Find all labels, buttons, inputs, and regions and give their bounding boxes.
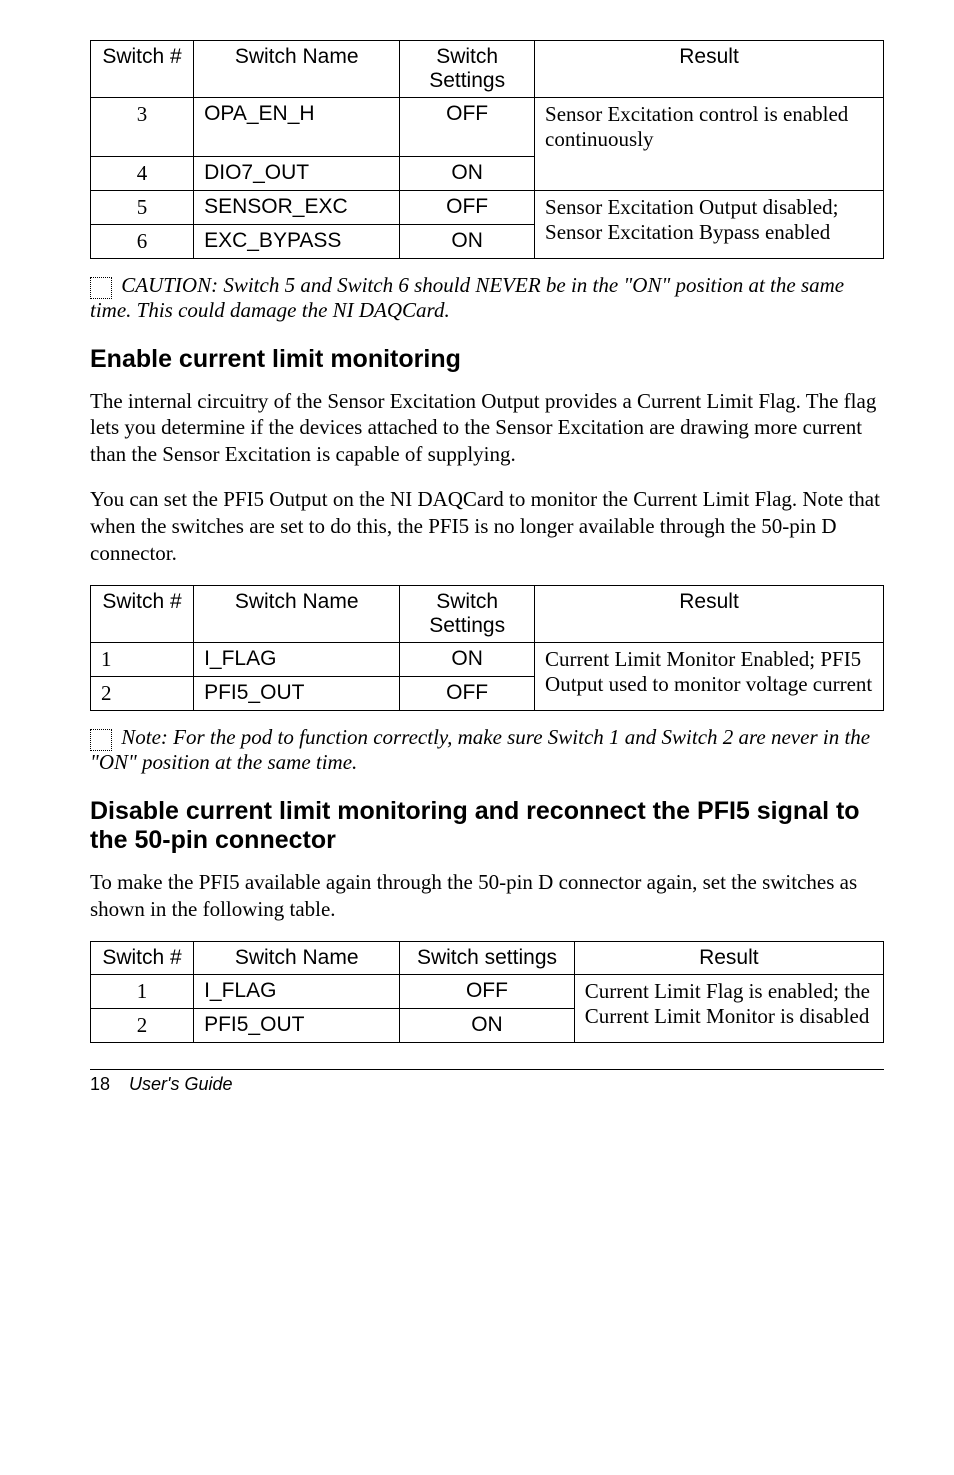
t1-h2: Switch Settings — [400, 41, 535, 98]
t3r0-res: Current Limit Flag is enabled; the Curre… — [574, 974, 883, 1042]
table-switch-config-2: Switch # Switch Name Switch Settings Res… — [90, 585, 884, 711]
table-switch-config-1: Switch # Switch Name Switch Settings Res… — [90, 40, 884, 259]
caution-icon — [90, 277, 112, 299]
t1r1-name: DIO7_OUT — [194, 156, 400, 190]
t3r1-set: ON — [400, 1008, 574, 1042]
t1r0-set: OFF — [400, 98, 535, 157]
t2r1-set: OFF — [400, 676, 535, 710]
para1: The internal circuitry of the Sensor Exc… — [90, 388, 884, 469]
t1r0-res: Sensor Excitation control is enabled con… — [535, 98, 884, 157]
t1r1-set: ON — [400, 156, 535, 190]
t3r0-num: 1 — [91, 974, 194, 1008]
caution-text-2: Note: For the pod to function correctly,… — [90, 725, 884, 775]
t1-h1: Switch Name — [194, 41, 400, 98]
t2-h3: Result — [535, 585, 884, 642]
t1-h3: Result — [535, 41, 884, 98]
t1r1-res — [535, 156, 884, 190]
t2r0-set: ON — [400, 642, 535, 676]
t3-h0: Switch # — [91, 941, 194, 974]
t3r1-name: PFI5_OUT — [194, 1008, 400, 1042]
t3r0-name: I_FLAG — [194, 974, 400, 1008]
t1r2-set: OFF — [400, 190, 535, 224]
t1-h0: Switch # — [91, 41, 194, 98]
note-icon — [90, 729, 112, 751]
t1r0-num: 3 — [91, 98, 194, 157]
para2: You can set the PFI5 Output on the NI DA… — [90, 486, 884, 567]
page-content: Switch # Switch Name Switch Settings Res… — [0, 0, 954, 1125]
t2r1-num: 2 — [91, 676, 194, 710]
table-row: 3 OPA_EN_H OFF Sensor Excitation control… — [91, 98, 884, 157]
t2r0-res: Current Limit Monitor Enabled; PFI5 Outp… — [535, 642, 884, 710]
para3: To make the PFI5 available again through… — [90, 869, 884, 923]
table-row: 5 SENSOR_EXC OFF Sensor Excitation Outpu… — [91, 190, 884, 224]
t1r2-name: SENSOR_EXC — [194, 190, 400, 224]
t3r0-set: OFF — [400, 974, 574, 1008]
table-row: 4 DIO7_OUT ON — [91, 156, 884, 190]
table-switch-config-3: Switch # Switch Name Switch settings Res… — [90, 941, 884, 1043]
t1r3-name: EXC_BYPASS — [194, 224, 400, 258]
t1r0-name: OPA_EN_H — [194, 98, 400, 157]
caution1-text: CAUTION: Switch 5 and Switch 6 should NE… — [90, 273, 844, 322]
page-footer: 18 User's Guide — [90, 1069, 884, 1095]
t2r0-name: I_FLAG — [194, 642, 400, 676]
t1r3-set: ON — [400, 224, 535, 258]
t3r1-num: 2 — [91, 1008, 194, 1042]
table-row: 1 I_FLAG ON Current Limit Monitor Enable… — [91, 642, 884, 676]
t1r2-num: 5 — [91, 190, 194, 224]
page-number: 18 — [90, 1074, 110, 1094]
t1r1-num: 4 — [91, 156, 194, 190]
table-row: 1 I_FLAG OFF Current Limit Flag is enabl… — [91, 974, 884, 1008]
caution2-text: Note: For the pod to function correctly,… — [90, 725, 870, 774]
t1r2-res: Sensor Excitation Output disabled; Senso… — [535, 190, 884, 258]
t3-h2: Switch settings — [400, 941, 574, 974]
heading-enable: Enable current limit monitoring — [90, 345, 884, 374]
t1r3-num: 6 — [91, 224, 194, 258]
t2r1-name: PFI5_OUT — [194, 676, 400, 710]
t2-h0: Switch # — [91, 585, 194, 642]
t3-h1: Switch Name — [194, 941, 400, 974]
caution-text-1: CAUTION: Switch 5 and Switch 6 should NE… — [90, 273, 884, 323]
footer-title: User's Guide — [129, 1074, 232, 1094]
heading-disable: Disable current limit monitoring and rec… — [90, 797, 884, 855]
t2r0-num: 1 — [91, 642, 194, 676]
t2-h1: Switch Name — [194, 585, 400, 642]
t3-h3: Result — [574, 941, 883, 974]
t2-h2: Switch Settings — [400, 585, 535, 642]
